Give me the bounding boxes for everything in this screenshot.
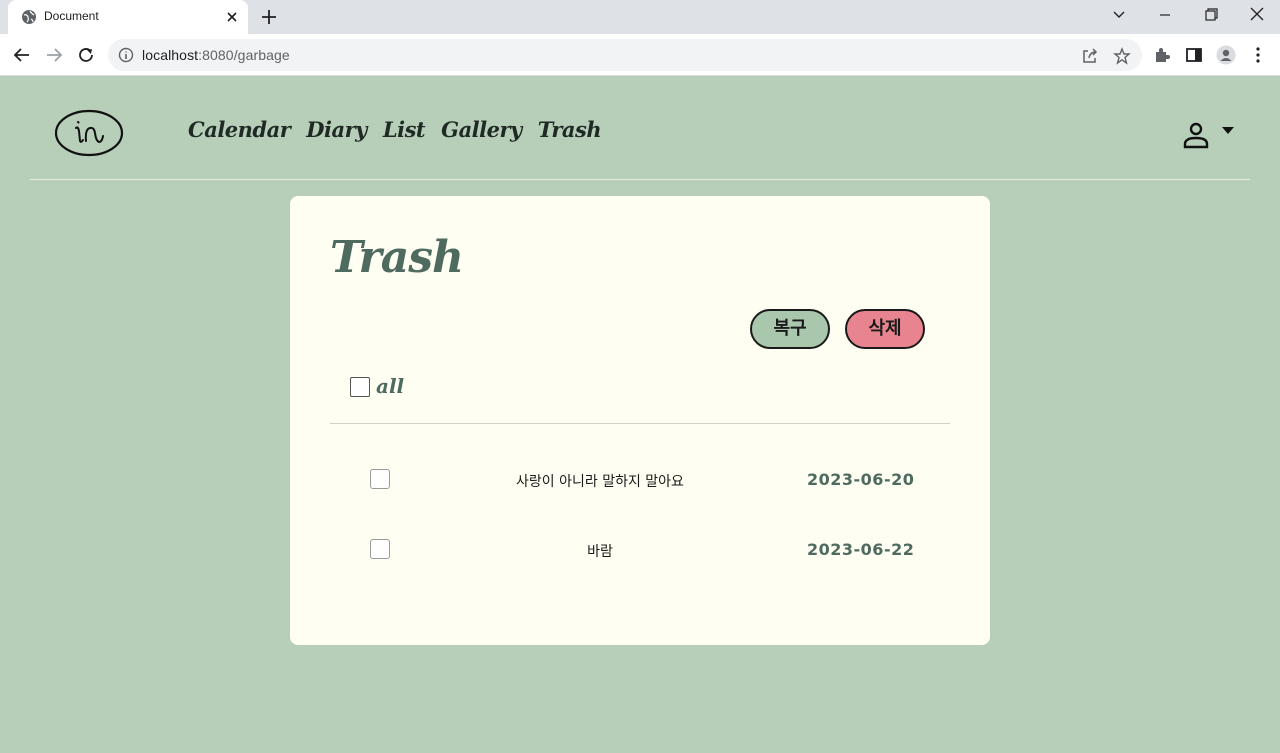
profile-avatar-icon[interactable] bbox=[1216, 45, 1236, 65]
browser-tab-strip: Document bbox=[0, 0, 1280, 34]
list-item: 바람 2023-06-22 bbox=[290, 534, 990, 574]
page-title: Trash bbox=[330, 232, 464, 283]
entry-date: 2023-06-22 bbox=[807, 540, 915, 559]
select-all-checkbox[interactable] bbox=[350, 377, 370, 397]
row-checkbox[interactable] bbox=[370, 469, 390, 489]
select-all-label: all bbox=[376, 374, 405, 398]
globe-icon bbox=[22, 10, 36, 24]
extensions-icon[interactable] bbox=[1152, 45, 1172, 65]
side-panel-icon[interactable] bbox=[1184, 45, 1204, 65]
row-checkbox[interactable] bbox=[370, 539, 390, 559]
user-icon[interactable] bbox=[1182, 121, 1210, 149]
browser-tab[interactable]: Document bbox=[8, 0, 248, 34]
nav-diary[interactable]: Diary bbox=[306, 117, 367, 142]
close-window-icon[interactable] bbox=[1246, 6, 1268, 24]
reload-icon[interactable] bbox=[76, 45, 96, 65]
nav-calendar[interactable]: Calendar bbox=[188, 117, 291, 142]
close-tab-icon[interactable] bbox=[224, 9, 240, 25]
forward-icon[interactable] bbox=[44, 45, 64, 65]
site-info-icon[interactable] bbox=[118, 47, 134, 63]
back-icon[interactable] bbox=[12, 45, 32, 65]
header-divider bbox=[30, 179, 1250, 180]
main-nav: Calendar Diary List Gallery Trash bbox=[188, 117, 602, 142]
new-tab-icon[interactable] bbox=[260, 8, 278, 26]
trash-card: Trash 복구 삭제 all 사랑이 아니라 말하지 말아요 2023-06-… bbox=[290, 196, 990, 645]
address-bar[interactable]: localhost:8080/garbage bbox=[108, 39, 1142, 71]
tab-search-icon[interactable] bbox=[1108, 6, 1130, 24]
minimize-icon[interactable] bbox=[1154, 6, 1176, 24]
list-divider bbox=[330, 423, 950, 424]
nav-list[interactable]: List bbox=[383, 117, 426, 142]
restore-button[interactable]: 복구 bbox=[750, 309, 830, 349]
entry-title[interactable]: 바람 bbox=[470, 541, 730, 561]
list-item: 사랑이 아니라 말하지 말아요 2023-06-20 bbox=[290, 464, 990, 504]
share-icon[interactable] bbox=[1081, 47, 1099, 65]
page: Calendar Diary List Gallery Trash Trash … bbox=[0, 77, 1280, 753]
delete-button[interactable]: 삭제 bbox=[845, 309, 925, 349]
url-text: localhost:8080/garbage bbox=[142, 47, 290, 63]
nav-trash[interactable]: Trash bbox=[538, 117, 602, 142]
bookmark-star-icon[interactable] bbox=[1113, 47, 1131, 65]
nav-gallery[interactable]: Gallery bbox=[441, 117, 522, 142]
restore-window-icon[interactable] bbox=[1200, 6, 1222, 24]
browser-toolbar: localhost:8080/garbage bbox=[0, 34, 1280, 76]
chevron-down-icon[interactable] bbox=[1222, 127, 1234, 135]
logo-icon[interactable] bbox=[54, 109, 124, 157]
entry-date: 2023-06-20 bbox=[807, 470, 915, 489]
more-menu-icon[interactable] bbox=[1248, 45, 1268, 65]
tab-title: Document bbox=[44, 9, 99, 23]
entry-title[interactable]: 사랑이 아니라 말하지 말아요 bbox=[470, 471, 730, 491]
